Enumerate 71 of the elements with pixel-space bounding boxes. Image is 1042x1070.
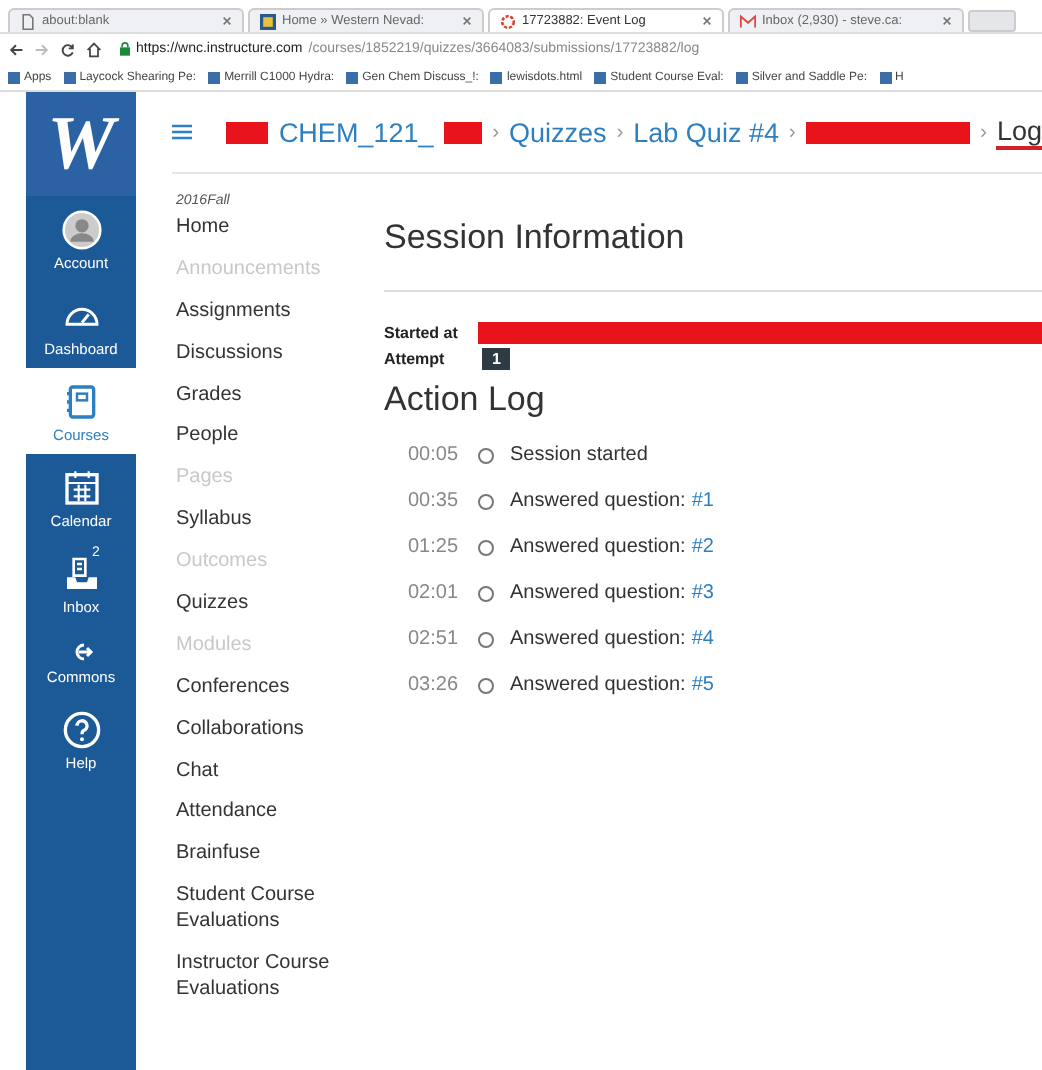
course-nav-link[interactable]: Home bbox=[176, 214, 384, 240]
course-nav-link[interactable]: Instructor Course Evaluations bbox=[176, 950, 384, 1003]
close-icon[interactable] bbox=[942, 16, 952, 26]
back-arrow-icon[interactable] bbox=[8, 41, 24, 57]
breadcrumb-separator: › bbox=[980, 121, 987, 143]
section-heading: Action Log bbox=[384, 380, 547, 420]
book-icon bbox=[61, 382, 101, 422]
timestamp: 00:35 bbox=[408, 490, 461, 512]
log-entry-text: Answered question: bbox=[510, 490, 686, 512]
course-nav-link[interactable]: Conferences bbox=[176, 673, 384, 700]
mail-icon bbox=[740, 13, 756, 29]
circle-icon bbox=[478, 631, 494, 647]
course-nav-link[interactable]: Assignments bbox=[176, 297, 384, 324]
home-icon[interactable] bbox=[86, 41, 102, 57]
course-nav-link[interactable]: Attendance bbox=[176, 798, 384, 825]
course-nav-link[interactable]: Brainfuse bbox=[176, 840, 384, 867]
course-nav-link[interactable]: People bbox=[176, 422, 384, 449]
course-nav-link[interactable]: Syllabus bbox=[176, 506, 384, 533]
ring-icon bbox=[500, 13, 516, 29]
breadcrumb-separator: › bbox=[788, 121, 796, 143]
circle-icon bbox=[478, 539, 494, 555]
page-icon bbox=[20, 13, 36, 29]
timestamp: 02:51 bbox=[408, 628, 461, 650]
field-label: Attempt bbox=[384, 350, 447, 368]
course-nav-link[interactable]: Discussions bbox=[176, 339, 384, 366]
question-link[interactable]: #1 bbox=[691, 490, 714, 512]
breadcrumb-current[interactable]: Log bbox=[996, 115, 1042, 149]
timestamp: 01:25 bbox=[408, 536, 461, 558]
timestamp: 00:05 bbox=[408, 444, 461, 466]
lock-icon bbox=[120, 42, 130, 56]
calendar-icon bbox=[61, 468, 101, 508]
inbox-icon bbox=[61, 554, 101, 594]
close-icon[interactable] bbox=[702, 16, 712, 26]
log-entry-text: Answered question: bbox=[510, 582, 686, 604]
field-label: Started at bbox=[384, 324, 460, 342]
log-entry-text: Answered question: bbox=[510, 674, 686, 696]
breadcrumb-link[interactable]: Lab Quiz #4 bbox=[633, 117, 779, 147]
help-icon bbox=[61, 710, 101, 750]
logo-icon[interactable]: W bbox=[26, 92, 136, 196]
course-nav-link[interactable]: Quizzes bbox=[176, 590, 384, 617]
course-nav-link[interactable]: Chat bbox=[176, 757, 384, 784]
timestamp: 03:26 bbox=[408, 674, 461, 696]
question-link[interactable]: #5 bbox=[691, 674, 714, 696]
attempt-badge: 1 bbox=[482, 348, 511, 370]
course-nav-link[interactable]: Grades bbox=[176, 381, 384, 408]
question-link[interactable]: #4 bbox=[691, 628, 714, 650]
breadcrumb-link[interactable]: Quizzes bbox=[509, 117, 607, 147]
reload-icon[interactable] bbox=[60, 41, 76, 57]
close-icon[interactable] bbox=[222, 16, 232, 26]
log-entry-text: Answered question: bbox=[510, 536, 686, 558]
close-icon[interactable] bbox=[462, 16, 472, 26]
question-link[interactable]: #2 bbox=[691, 536, 714, 558]
log-entry-text: Session started bbox=[510, 444, 648, 466]
log-entry-text: Answered question: bbox=[510, 628, 686, 650]
breadcrumb-separator: › bbox=[616, 121, 624, 143]
circle-icon bbox=[478, 677, 494, 693]
timestamp: 02:01 bbox=[408, 582, 461, 604]
redaction-bar bbox=[443, 121, 483, 143]
section-heading: Session Information bbox=[384, 218, 687, 258]
menu-icon[interactable] bbox=[172, 122, 193, 142]
circle-icon bbox=[478, 493, 494, 509]
circle-icon bbox=[478, 585, 494, 601]
circle-icon bbox=[478, 447, 494, 463]
breadcrumb-link[interactable]: CHEM_121_ bbox=[278, 117, 434, 147]
avatar-icon bbox=[61, 210, 101, 250]
breadcrumb-separator: › bbox=[492, 121, 500, 143]
redaction-bar bbox=[226, 121, 269, 143]
course-nav-link[interactable]: Collaborations bbox=[176, 715, 384, 742]
course-nav-link[interactable]: Student Course Evaluations bbox=[176, 882, 384, 935]
question-link[interactable]: #3 bbox=[691, 582, 714, 604]
grid-icon bbox=[260, 13, 276, 29]
